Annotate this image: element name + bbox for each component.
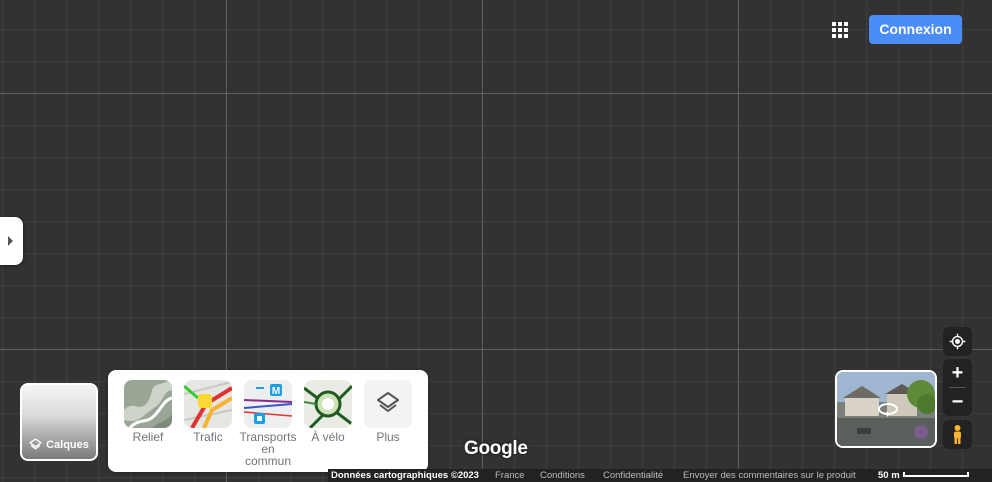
signin-button[interactable]: Connexion [869,15,962,44]
country-link[interactable]: France [495,469,525,482]
street-view-thumbnail[interactable] [835,370,937,448]
map-data-attribution: Données cartographiques ©2023 [331,470,479,481]
side-panel-toggle[interactable] [0,217,23,265]
layers-panel: Relief Trafic M Transports en commun À v… [108,370,428,472]
layers-button[interactable]: Calques [20,383,98,461]
layer-more-label: Plus [376,430,400,444]
feedback-link[interactable]: Envoyer des commentaires sur le produit [683,469,856,482]
layer-bike[interactable]: À vélo [298,380,358,443]
svg-text:M: M [272,386,280,397]
scale-label[interactable]: 50 m [878,469,900,482]
layer-bike-label: À vélo [311,430,345,444]
layer-transit-label: Transports en commun [239,430,297,468]
zoom-in-button[interactable]: + [943,359,972,387]
more-thumbnail [364,380,412,428]
layer-transit[interactable]: M Transports en commun [238,380,298,467]
layers-icon [377,392,399,412]
zoom-control: + − [943,359,972,416]
bike-thumbnail [304,380,352,428]
chevron-right-icon [8,236,13,246]
footer-bar: Données cartographiques ©2023 France Con… [328,469,992,482]
pegman-button[interactable] [943,420,972,449]
transit-thumbnail: M [244,380,292,428]
layer-traffic[interactable]: Trafic [178,380,238,443]
layer-relief[interactable]: Relief [118,380,178,443]
terms-link[interactable]: Conditions [540,469,585,482]
google-logo: Google [464,438,528,459]
relief-thumbnail [124,380,172,428]
rotate-360-icon [878,403,898,417]
zoom-out-button[interactable]: − [943,388,972,416]
traffic-thumbnail [184,380,232,428]
privacy-link[interactable]: Confidentialité [603,469,663,482]
layers-button-label: Calques [46,438,89,451]
my-location-button[interactable] [943,327,972,356]
layer-traffic-label: Trafic [193,430,223,444]
layers-icon [29,438,42,450]
apps-grid-icon[interactable] [826,16,854,44]
pegman-icon [954,425,961,444]
layer-relief-label: Relief [132,430,164,444]
scale-bar [903,472,969,477]
crosshair-icon [949,333,966,350]
layer-more[interactable]: Plus [358,380,418,443]
